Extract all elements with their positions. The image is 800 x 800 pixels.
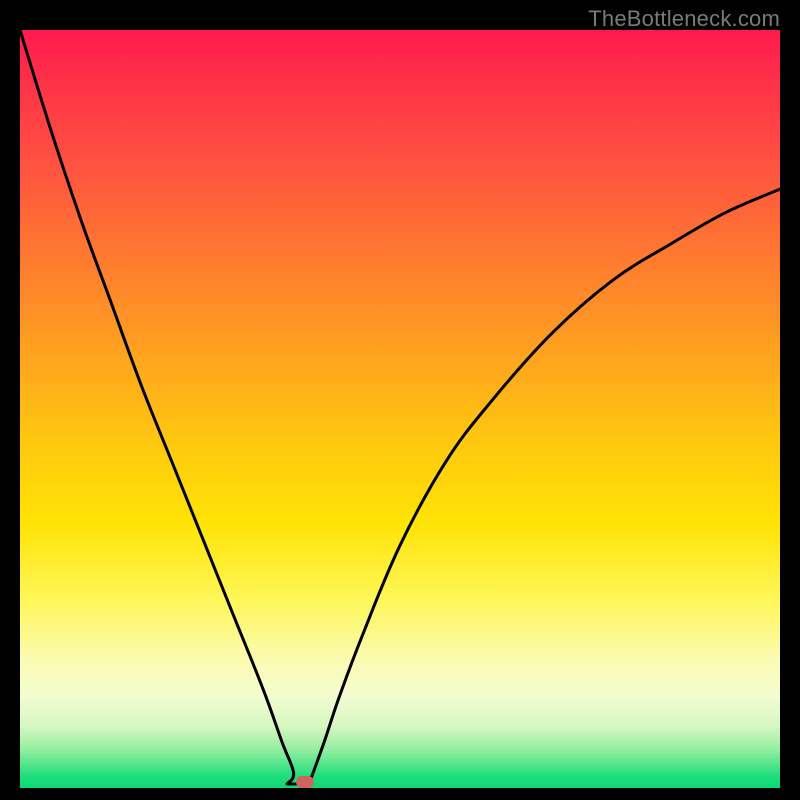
watermark-text: TheBottleneck.com [588, 6, 780, 32]
curve-path [20, 30, 780, 784]
optimum-marker [296, 776, 314, 788]
bottleneck-curve [20, 30, 780, 788]
chart-frame [20, 30, 780, 788]
